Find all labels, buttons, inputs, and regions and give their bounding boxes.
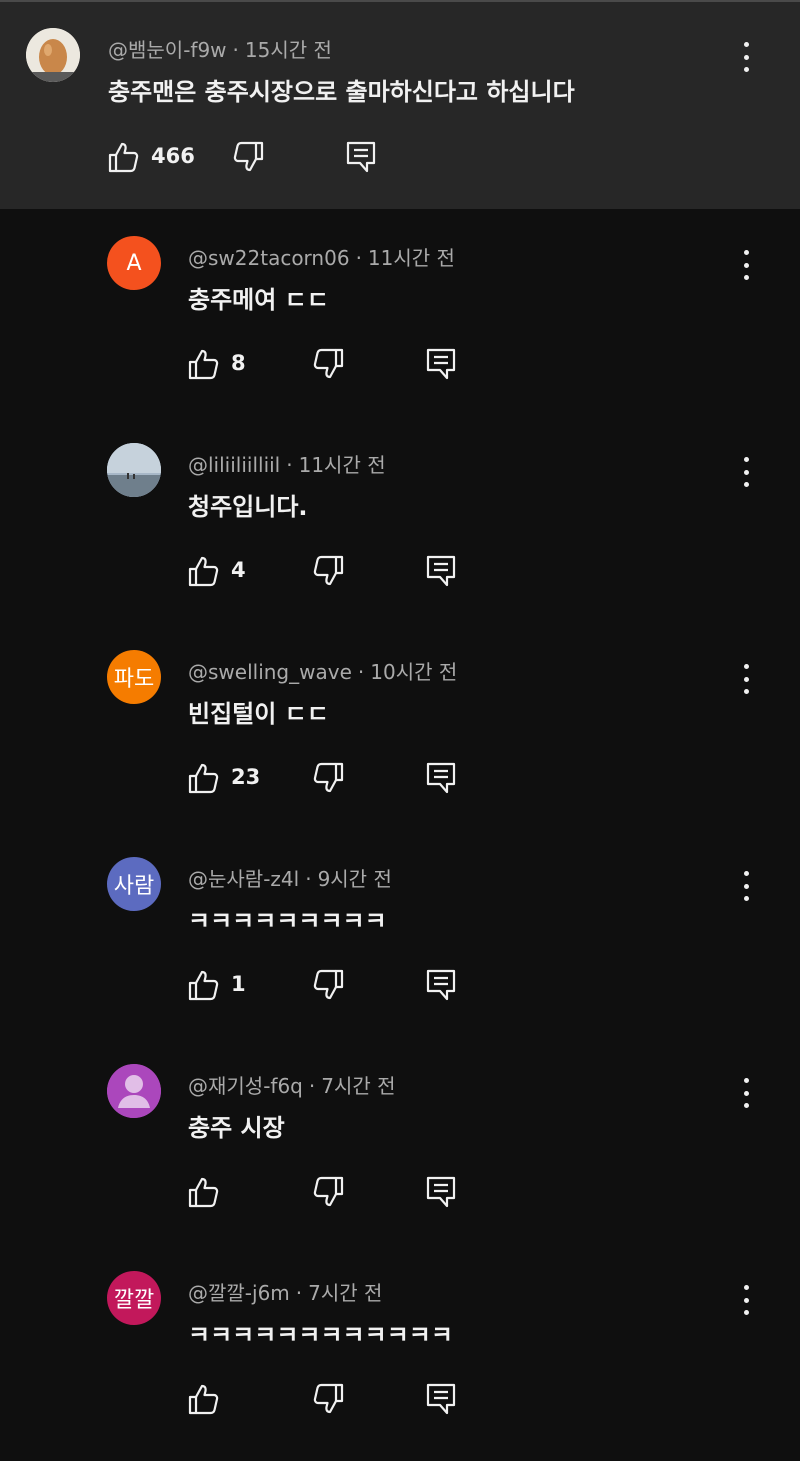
comment-text: 충주맨은 충주시장으로 출마하신다고 하십니다 xyxy=(108,78,575,106)
avatar-label: 사람 xyxy=(113,874,155,899)
thumb-down-icon[interactable] xyxy=(312,761,346,795)
reply-comment-icon[interactable] xyxy=(424,1175,458,1209)
comment-meta: @깔깔-j6m · 7시간 전 xyxy=(188,1277,382,1306)
like-count: 8 xyxy=(231,351,246,375)
comment-meta: @재기성-f6q · 7시간 전 xyxy=(188,1070,396,1099)
comment-actions: 8 xyxy=(186,347,486,383)
comment-meta: @liliiliilliil · 11시간 전 xyxy=(188,449,386,478)
thumb-down-icon[interactable] xyxy=(312,554,346,588)
avatar-egg[interactable] xyxy=(26,28,80,82)
comment-meta: @swelling_wave · 10시간 전 xyxy=(188,656,457,685)
meta-separator: · xyxy=(357,660,365,684)
divider xyxy=(0,0,800,2)
comment-actions: 466 xyxy=(106,140,406,176)
comment-text: 빈집털이 ㄷㄷ xyxy=(188,700,329,728)
comment-time[interactable]: 11시간 전 xyxy=(299,453,386,477)
reply-comment: @liliiliilliil · 11시간 전청주입니다. 4 xyxy=(0,443,800,633)
more-vert-icon[interactable] xyxy=(734,871,758,901)
thumb-up-icon[interactable] xyxy=(186,347,220,381)
avatar-label: A xyxy=(126,250,142,276)
author-name[interactable]: @swelling_wave xyxy=(188,660,352,684)
comment-text: 충주메여 ㄷㄷ xyxy=(188,286,329,314)
meta-separator: · xyxy=(295,1281,303,1305)
comment-meta: @뱀눈이-f9w · 15시간 전 xyxy=(108,34,332,63)
reply-comment: 깔깔 @깔깔-j6m · 7시간 전 ㅋㅋㅋㅋㅋㅋㅋㅋㅋㅋㅋㅋ xyxy=(0,1271,800,1461)
thumb-up-icon[interactable] xyxy=(186,968,220,1002)
comment-time[interactable]: 15시간 전 xyxy=(245,38,332,62)
reply-comment-icon[interactable] xyxy=(424,1382,458,1416)
like-count: 4 xyxy=(231,558,246,582)
reply-comment: @재기성-f6q · 7시간 전충주 시장 xyxy=(0,1064,800,1254)
more-vert-icon[interactable] xyxy=(734,1285,758,1315)
comment-meta: @눈사람-z4l · 9시간 전 xyxy=(188,863,392,892)
avatar-label: 파도 xyxy=(113,667,155,692)
thumb-up-icon[interactable] xyxy=(186,1175,220,1209)
like-count: 23 xyxy=(231,765,261,789)
author-name[interactable]: @재기성-f6q xyxy=(188,1074,303,1098)
more-vert-icon[interactable] xyxy=(734,664,758,694)
meta-separator: · xyxy=(355,246,362,270)
thumb-down-icon[interactable] xyxy=(312,1382,346,1416)
avatar[interactable]: 파도 xyxy=(107,650,161,704)
reply-comment: 파도 @swelling_wave · 10시간 전빈집털이 ㄷㄷ 23 xyxy=(0,650,800,840)
reply-comment: A @sw22tacorn06 · 11시간 전충주메여 ㄷㄷ 8 xyxy=(0,236,800,426)
comment-text: ㅋㅋㅋㅋㅋㅋㅋㅋㅋㅋㅋㅋ xyxy=(188,1321,453,1349)
like-count: 466 xyxy=(151,144,195,168)
thumb-down-icon[interactable] xyxy=(312,968,346,1002)
avatar-label: 깔깔 xyxy=(113,1288,155,1313)
thumb-up-icon[interactable] xyxy=(106,140,140,174)
reply-comment: 사람 @눈사람-z4l · 9시간 전 ㅋㅋㅋㅋㅋㅋㅋㅋㅋ 1 xyxy=(0,857,800,1047)
more-vert-icon[interactable] xyxy=(734,457,758,487)
egg-icon xyxy=(26,28,80,82)
comment-meta: @sw22tacorn06 · 11시간 전 xyxy=(188,242,455,271)
reply-comment-icon[interactable] xyxy=(424,761,458,795)
reply-comment-icon[interactable] xyxy=(424,554,458,588)
like-count: 1 xyxy=(231,972,246,996)
meta-separator: · xyxy=(286,453,293,477)
reply-comment-icon[interactable] xyxy=(424,347,458,381)
comment-text: ㅋㅋㅋㅋㅋㅋㅋㅋㅋ xyxy=(188,907,387,935)
comment-time[interactable]: 10시간 전 xyxy=(370,660,457,684)
meta-separator: · xyxy=(232,38,239,62)
comment-actions xyxy=(186,1382,486,1418)
more-vert-icon[interactable] xyxy=(734,250,758,280)
comment-time[interactable]: 7시간 전 xyxy=(308,1281,382,1305)
comment-text: 충주 시장 xyxy=(188,1114,285,1142)
comment-actions: 1 xyxy=(186,968,486,1004)
highlighted-comment: @뱀눈이-f9w · 15시간 전 충주맨은 충주시장으로 출마하신다고 하십니다 … xyxy=(0,0,800,209)
comment-time[interactable]: 7시간 전 xyxy=(321,1074,395,1098)
meta-separator: · xyxy=(308,1074,316,1098)
thumb-up-icon[interactable] xyxy=(186,1382,220,1416)
thumb-up-icon[interactable] xyxy=(186,554,220,588)
reply-comment-icon[interactable] xyxy=(344,140,378,174)
meta-separator: · xyxy=(305,867,312,891)
comment-actions: 23 xyxy=(186,761,486,797)
thumb-down-icon[interactable] xyxy=(232,140,266,174)
avatar[interactable] xyxy=(107,1064,161,1118)
author-name[interactable]: @눈사람-z4l xyxy=(188,867,299,891)
author-name[interactable]: @깔깔-j6m xyxy=(188,1281,290,1305)
comment-actions xyxy=(186,1175,486,1211)
thumb-up-icon[interactable] xyxy=(186,761,220,795)
more-vert-icon[interactable] xyxy=(734,42,758,72)
avatar[interactable]: 깔깔 xyxy=(107,1271,161,1325)
avatar[interactable] xyxy=(107,443,161,497)
comment-time[interactable]: 9시간 전 xyxy=(318,867,392,891)
author-name[interactable]: @liliiliilliil xyxy=(188,453,280,477)
reply-comment-icon[interactable] xyxy=(424,968,458,1002)
person-icon xyxy=(107,1064,161,1118)
avatar[interactable]: 사람 xyxy=(107,857,161,911)
landscape-photo-icon xyxy=(107,443,161,497)
more-vert-icon[interactable] xyxy=(734,1078,758,1108)
comment-actions: 4 xyxy=(186,554,486,590)
author-name[interactable]: @뱀눈이-f9w xyxy=(108,38,227,62)
thumb-down-icon[interactable] xyxy=(312,347,346,381)
comment-text: 청주입니다. xyxy=(188,493,308,521)
comment-time[interactable]: 11시간 전 xyxy=(368,246,455,270)
author-name[interactable]: @sw22tacorn06 xyxy=(188,246,350,270)
thumb-down-icon[interactable] xyxy=(312,1175,346,1209)
avatar[interactable]: A xyxy=(107,236,161,290)
